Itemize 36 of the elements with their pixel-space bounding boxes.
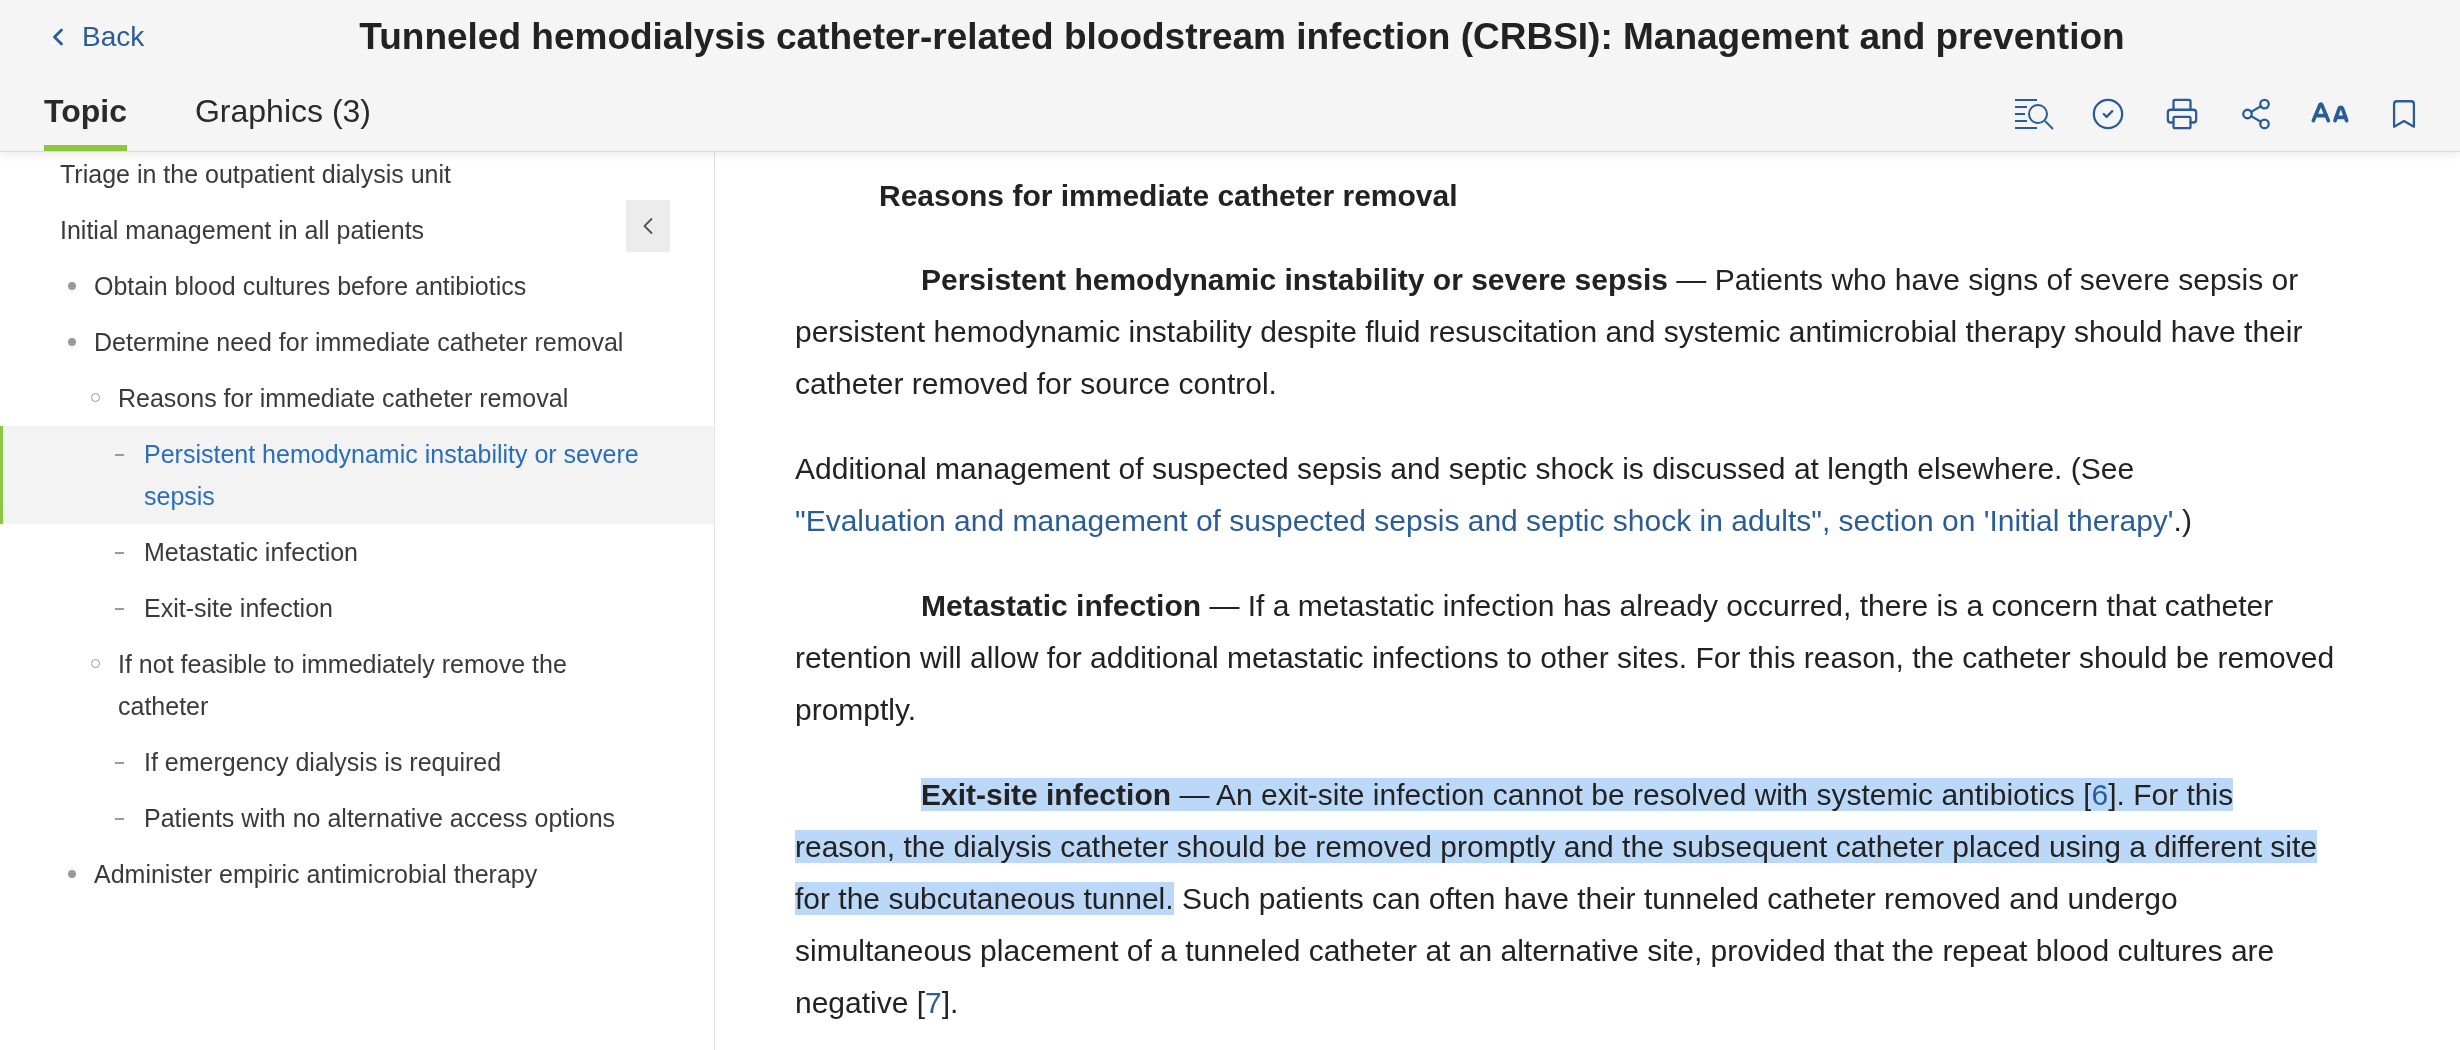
find-in-text-icon (2014, 97, 2054, 131)
dash-icon (115, 818, 124, 820)
topic-link[interactable]: "Evaluation and management of suspected sepsis and septic shock in adults", section on 'Initial therapy' (795, 504, 2174, 537)
outline-item[interactable]: Reasons for immediate catheter removal (0, 370, 714, 426)
outline-item[interactable]: Exit-site infection (0, 580, 714, 636)
outline-item[interactable]: Persistent hemodynamic instability or severe sepsis (0, 426, 714, 524)
outline-item[interactable]: If not feasible to immediately remove the catheter (0, 636, 714, 734)
outline-item[interactable]: Patients with no alternative access options (0, 790, 714, 846)
paragraph: Exit-site infection — An exit-site infection cannot be resolved with systemic antibiotics [6]. For this reason, the dialysis catheter should be removed promptly and the subsequent catheter placed using a different site for the subcutaneous tunnel. Such patients can often have their tunneled catheter removed and undergo simultaneous placement of a tunneled catheter at an alternative site, provided that the repeat blood cultures are negative [7]. (795, 777, 2319, 1021)
outline-item[interactable]: Initial management in all patients (0, 202, 714, 258)
bullet-icon (68, 282, 76, 290)
bullet-icon (68, 870, 76, 878)
dash-icon (115, 552, 124, 554)
reference-link[interactable]: 7 (925, 986, 942, 1019)
outline-item[interactable]: Triage in the outpatient dialysis unit (0, 152, 714, 202)
reference-link[interactable]: 6 (2091, 778, 2109, 811)
bullet-icon (68, 338, 76, 346)
share-icon (2239, 97, 2273, 131)
outline-item[interactable]: Obtain blood cultures before antibiotics (0, 258, 714, 314)
print-icon (2165, 97, 2199, 131)
section-heading: Reasons for immediate catheter removal (878, 178, 1459, 214)
check-circle-icon (2091, 97, 2125, 131)
back-button[interactable]: Back (44, 16, 224, 58)
paragraph: Additional management of suspected sepsis and septic shock is discussed at length elsewhere. (See "Evaluation and management of suspected sepsis and septic shock in adults", section on 'Initial therapy'.) (795, 451, 2193, 539)
outline-item[interactable]: Metastatic infection (0, 524, 714, 580)
paragraph: Metastatic infection — If a metastatic infection has already occurred, there is a concern that catheter retention will allow for additional metastatic infections to other sites. For this reason, the catheter should be removed promptly. (795, 588, 2336, 728)
tab[interactable]: Graphics (3) (194, 77, 371, 151)
dash-icon (115, 454, 124, 456)
outline-item[interactable]: If emergency dialysis is required (0, 734, 714, 790)
tab[interactable]: Topic (44, 77, 127, 151)
paragraph: Persistent hemodynamic instability or severe sepsis — Patients who have signs of severe sepsis or persistent hemodynamic instability despite fluid resuscitation and systemic antimicrobial therapy should have their catheter removed for source control. (795, 262, 2304, 402)
outline-item[interactable]: Determine need for immediate catheter removal (0, 314, 714, 370)
page-title: Tunneled hemodialysis catheter-related bloodstream infection (CRBSI): Management and prevention (358, 15, 2126, 60)
dash-icon (115, 608, 124, 610)
dash-icon (115, 762, 124, 764)
outline-item[interactable]: Administer empiric antimicrobial therapy (0, 846, 714, 902)
